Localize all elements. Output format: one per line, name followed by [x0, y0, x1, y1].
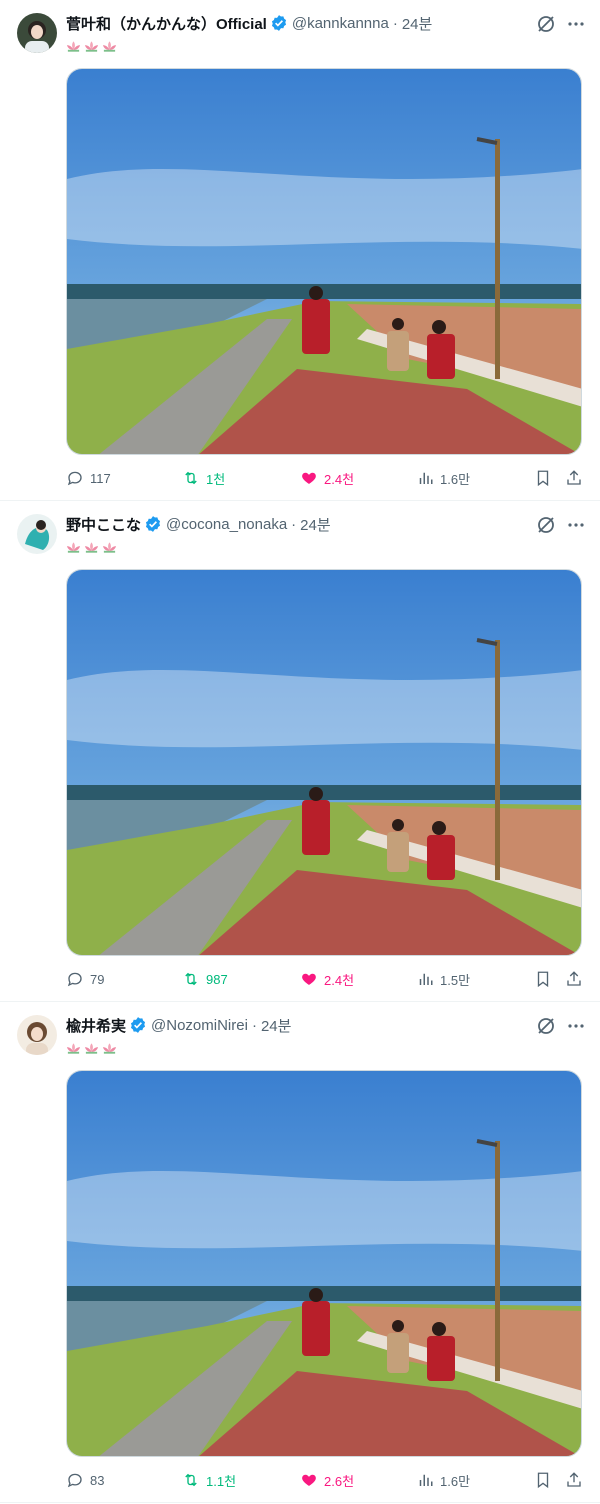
reply-count: 117 — [90, 470, 111, 486]
avatar[interactable] — [17, 13, 57, 53]
handle[interactable]: @cocona_nonaka — [166, 516, 287, 533]
display-name[interactable]: 野中ここな — [66, 514, 141, 535]
reply-button[interactable]: 83 — [66, 1469, 104, 1491]
lotus-emoji — [102, 40, 117, 54]
share-icon[interactable] — [565, 467, 589, 489]
views-count: 1.5만 — [440, 972, 471, 988]
like-button[interactable]: 2.4천 — [300, 467, 354, 489]
verified-badge-icon — [129, 1016, 147, 1034]
views-count: 1.6만 — [440, 1473, 471, 1489]
display-name[interactable]: 楡井希実 — [66, 1015, 126, 1036]
like-count: 2.4천 — [324, 471, 355, 487]
views-button[interactable]: 1.6만 — [416, 1469, 470, 1491]
tweet-header: 菅叶和（かんかんな）Official @kannkannna · 24분 — [66, 12, 520, 34]
lotus-emoji — [66, 40, 81, 54]
handle[interactable]: @NozomiNirei — [151, 1017, 248, 1034]
timestamp[interactable]: 24분 — [300, 514, 331, 535]
action-bar: 117 1천 2.4천 1.6만 — [66, 467, 586, 489]
like-count: 2.6천 — [324, 1473, 355, 1489]
timestamp[interactable]: 24분 — [402, 13, 433, 34]
bookmark-icon[interactable] — [534, 467, 558, 489]
tweet-photo[interactable] — [66, 569, 582, 956]
tweet-text — [66, 1040, 120, 1057]
lotus-emoji — [102, 541, 117, 555]
lotus-emoji — [84, 1042, 99, 1056]
grok-icon[interactable] — [536, 1016, 556, 1036]
verified-badge-icon — [144, 515, 162, 533]
like-button[interactable]: 2.4천 — [300, 968, 354, 990]
lotus-emoji — [84, 40, 99, 54]
share-icon[interactable] — [565, 1469, 589, 1491]
more-icon[interactable] — [566, 14, 586, 34]
reply-count: 83 — [90, 1472, 105, 1488]
retweet-button[interactable]: 1천 — [182, 467, 225, 489]
tweet-header: 楡井希実 @NozomiNirei · 24분 — [66, 1014, 520, 1036]
retweet-count: 1.1천 — [206, 1473, 237, 1489]
views-button[interactable]: 1.5만 — [416, 968, 470, 990]
display-name[interactable]: 菅叶和（かんかんな）Official — [66, 13, 267, 34]
retweet-count: 987 — [206, 971, 228, 987]
views-count: 1.6만 — [440, 471, 471, 487]
tweet-header: 野中ここな @cocona_nonaka · 24분 — [66, 513, 520, 535]
tweet[interactable]: 菅叶和（かんかんな）Official @kannkannna · 24분 117… — [0, 0, 600, 501]
separator-dot: · — [291, 515, 297, 533]
more-icon[interactable] — [566, 515, 586, 535]
tweet[interactable]: 楡井希実 @NozomiNirei · 24분 83 1.1천 2.6천 1.6… — [0, 1002, 600, 1503]
lotus-emoji — [66, 541, 81, 555]
lotus-emoji — [66, 1042, 81, 1056]
timestamp[interactable]: 24분 — [261, 1015, 292, 1036]
grok-icon[interactable] — [536, 515, 556, 535]
tweet-photo[interactable] — [66, 68, 582, 455]
bookmark-icon[interactable] — [534, 1469, 558, 1491]
avatar[interactable] — [17, 1015, 57, 1055]
share-icon[interactable] — [565, 968, 589, 990]
like-button[interactable]: 2.6천 — [300, 1469, 354, 1491]
action-bar: 83 1.1천 2.6천 1.6만 — [66, 1469, 586, 1491]
verified-badge-icon — [270, 14, 288, 32]
retweet-count: 1천 — [206, 471, 226, 487]
retweet-button[interactable]: 1.1천 — [182, 1469, 236, 1491]
bookmark-icon[interactable] — [534, 968, 558, 990]
avatar[interactable] — [17, 514, 57, 554]
tweet-text — [66, 539, 120, 556]
reply-button[interactable]: 79 — [66, 968, 104, 990]
tweet[interactable]: 野中ここな @cocona_nonaka · 24분 79 987 2.4천 1… — [0, 501, 600, 1002]
handle[interactable]: @kannkannna — [292, 15, 389, 32]
lotus-emoji — [84, 541, 99, 555]
reply-button[interactable]: 117 — [66, 467, 111, 489]
views-button[interactable]: 1.6만 — [416, 467, 470, 489]
more-icon[interactable] — [566, 1016, 586, 1036]
reply-count: 79 — [90, 971, 105, 987]
timeline: 菅叶和（かんかんな）Official @kannkannna · 24분 117… — [0, 0, 600, 1503]
action-bar: 79 987 2.4천 1.5만 — [66, 968, 586, 990]
separator-dot: · — [251, 1016, 257, 1034]
grok-icon[interactable] — [536, 14, 556, 34]
retweet-button[interactable]: 987 — [182, 968, 228, 990]
separator-dot: · — [392, 14, 398, 32]
lotus-emoji — [102, 1042, 117, 1056]
tweet-text — [66, 38, 120, 55]
tweet-photo[interactable] — [66, 1070, 582, 1457]
like-count: 2.4천 — [324, 972, 355, 988]
